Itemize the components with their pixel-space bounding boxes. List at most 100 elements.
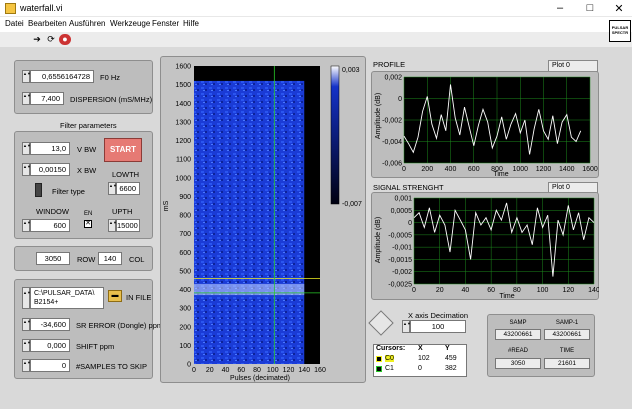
graph-palette-icon[interactable]: [368, 310, 394, 336]
lowth-field[interactable]: 6600: [116, 182, 140, 195]
menu-hilfe[interactable]: Hilfe: [183, 19, 199, 28]
en-checkbox[interactable]: ✕: [84, 220, 92, 228]
in-file-path-line1: C:\PULSAR_DATA\: [34, 290, 95, 297]
waterfall-ylabel: mS: [163, 200, 170, 211]
path-browse-spinner[interactable]: ▲▼: [22, 287, 31, 309]
profile-xtick: 1600: [582, 166, 598, 173]
vbw-field[interactable]: 13,0: [30, 142, 70, 155]
in-file-path[interactable]: C:\PULSAR_DATA\ B2154+: [30, 287, 104, 309]
signal-ytick: 0,001: [394, 196, 412, 203]
waterfall-ytick: 1100: [176, 157, 191, 164]
upth-spinner[interactable]: ▲▼: [108, 219, 117, 232]
waterfall-ytick: 500: [179, 268, 191, 275]
dispersion-field[interactable]: 7,400: [30, 92, 64, 105]
maximize-button[interactable]: □: [582, 2, 598, 14]
signal-xtick: 100: [537, 287, 549, 294]
sr-error-spinner[interactable]: ▲▼: [22, 318, 31, 331]
vbw-spinner[interactable]: ▲▼: [22, 142, 31, 155]
skip-label: #SAMPLES TO SKIP: [76, 362, 148, 371]
dispersion-spinner[interactable]: ▲▼: [22, 92, 31, 105]
cursor1-name[interactable]: C1: [385, 365, 394, 372]
minimize-button[interactable]: –: [552, 2, 568, 14]
decimation-spinner[interactable]: ▲▼: [402, 320, 411, 333]
cursor1-x: 0: [418, 365, 422, 372]
cursor0-swatch[interactable]: [376, 356, 382, 362]
run-arrow-icon[interactable]: ➔: [31, 34, 43, 45]
waterfall-xtick: 40: [222, 367, 230, 374]
cursor1-y: 382: [445, 365, 457, 372]
nread-field: 3050: [495, 358, 541, 369]
xbw-field[interactable]: 0,00150: [30, 163, 70, 176]
waterfall-ytick: 100: [179, 343, 191, 350]
signal-legend-label: Plot 0: [552, 184, 570, 191]
waterfall-ytick: 300: [179, 306, 191, 313]
lowth-spinner[interactable]: ▲▼: [108, 182, 117, 195]
xbw-spinner[interactable]: ▲▼: [22, 163, 31, 176]
profile-chart[interactable]: 0 200 400 600 800 1000 1200 1400 16000,0020-0,00…: [371, 71, 599, 179]
folder-icon[interactable]: ▬: [108, 290, 122, 302]
time-field: 21601: [544, 358, 590, 369]
close-button[interactable]: ✕: [611, 2, 627, 15]
f0-label: F0 Hz: [100, 73, 121, 82]
menu-werkzeuge[interactable]: Werkzeuge: [110, 19, 150, 28]
profile-ytick: 0: [398, 96, 402, 103]
waterfall-ytick: 1500: [175, 82, 191, 89]
waterfall-xtick: 80: [253, 367, 261, 374]
waterfall-xtick: 20: [206, 367, 214, 374]
vi-app-icon: [5, 3, 16, 14]
profile-xtick: 0: [402, 166, 406, 173]
menu-bearbeiten[interactable]: Bearbeiten: [28, 19, 67, 28]
window-field[interactable]: 600: [30, 219, 70, 232]
profile-ytick: 0,002: [384, 75, 402, 82]
menu-bar: Datei Bearbeiten Ausführen Werkzeuge Fen…: [0, 17, 632, 32]
shift-spinner[interactable]: ▲▼: [22, 339, 31, 352]
menu-fenster[interactable]: Fenster: [152, 19, 179, 28]
run-continuously-icon[interactable]: ⟳: [45, 34, 57, 45]
f0-field[interactable]: 0,6556164728: [30, 70, 94, 83]
profile-xtick: 200: [421, 166, 433, 173]
upth-field[interactable]: 15000: [116, 219, 140, 232]
toolbar: ➔ ⟳ ●: [0, 32, 632, 47]
samp-label: SAMP: [509, 320, 527, 326]
filter-type-toggle[interactable]: [35, 183, 42, 197]
skip-spinner[interactable]: ▲▼: [22, 359, 31, 372]
signal-ytick: 0,0005: [391, 208, 413, 215]
signal-ytick: -0,0025: [388, 282, 412, 289]
window-spinner[interactable]: ▲▼: [22, 219, 31, 232]
start-button[interactable]: START: [104, 138, 142, 162]
profile-ylabel: Amplitude (dB): [375, 93, 382, 139]
menu-datei[interactable]: Datei: [5, 19, 24, 28]
skip-field[interactable]: 0: [30, 359, 70, 372]
vbw-label: V BW: [77, 145, 97, 154]
signal-ytick: -0,001: [392, 245, 412, 252]
shift-field[interactable]: 0,000: [30, 339, 70, 352]
profile-xtick: 1400: [559, 166, 575, 173]
cursor0-x: 102: [418, 355, 430, 362]
samp1-field: 43200661: [544, 329, 590, 340]
decimation-field[interactable]: 100: [410, 320, 466, 333]
col-field: 140: [98, 252, 122, 265]
dispersion-label: DISPERSION (mS/MHz): [70, 95, 153, 104]
f0-spinner[interactable]: ▲▼: [22, 70, 31, 83]
f0-panel: [14, 60, 153, 114]
cursor1-swatch[interactable]: [376, 366, 382, 372]
sr-error-field[interactable]: -34,600: [30, 318, 70, 331]
row-field: 3050: [36, 252, 70, 265]
waterfall-chart[interactable]: 0 20 40 60 80 100 120 140 1600100200300400500600…: [160, 56, 366, 383]
abort-icon[interactable]: ●: [59, 34, 71, 45]
signal-ytick: -0,0015: [388, 257, 412, 264]
waterfall-ytick: 400: [179, 287, 191, 294]
cursor0-name[interactable]: C0: [385, 355, 394, 362]
en-label: EN: [84, 211, 93, 217]
nread-label: #READ: [507, 348, 528, 354]
colorbar-min-label: -0,007: [342, 201, 362, 208]
signal-xtick: 40: [462, 287, 470, 294]
cursor0-y: 459: [445, 355, 457, 362]
menu-ausfuehren[interactable]: Ausführen: [69, 19, 105, 28]
vi-icon: PULSAR SPECTR: [609, 20, 631, 42]
signal-chart[interactable]: 0 20 40 60 80 100 120 1400,0010,00050-0,0005-0,…: [371, 192, 599, 301]
lowth-label: LOWTH: [112, 170, 140, 179]
waterfall-xtick: 100: [267, 367, 279, 374]
signal-xtick: 20: [436, 287, 444, 294]
decimation-label: X axis Decimation: [408, 311, 469, 320]
